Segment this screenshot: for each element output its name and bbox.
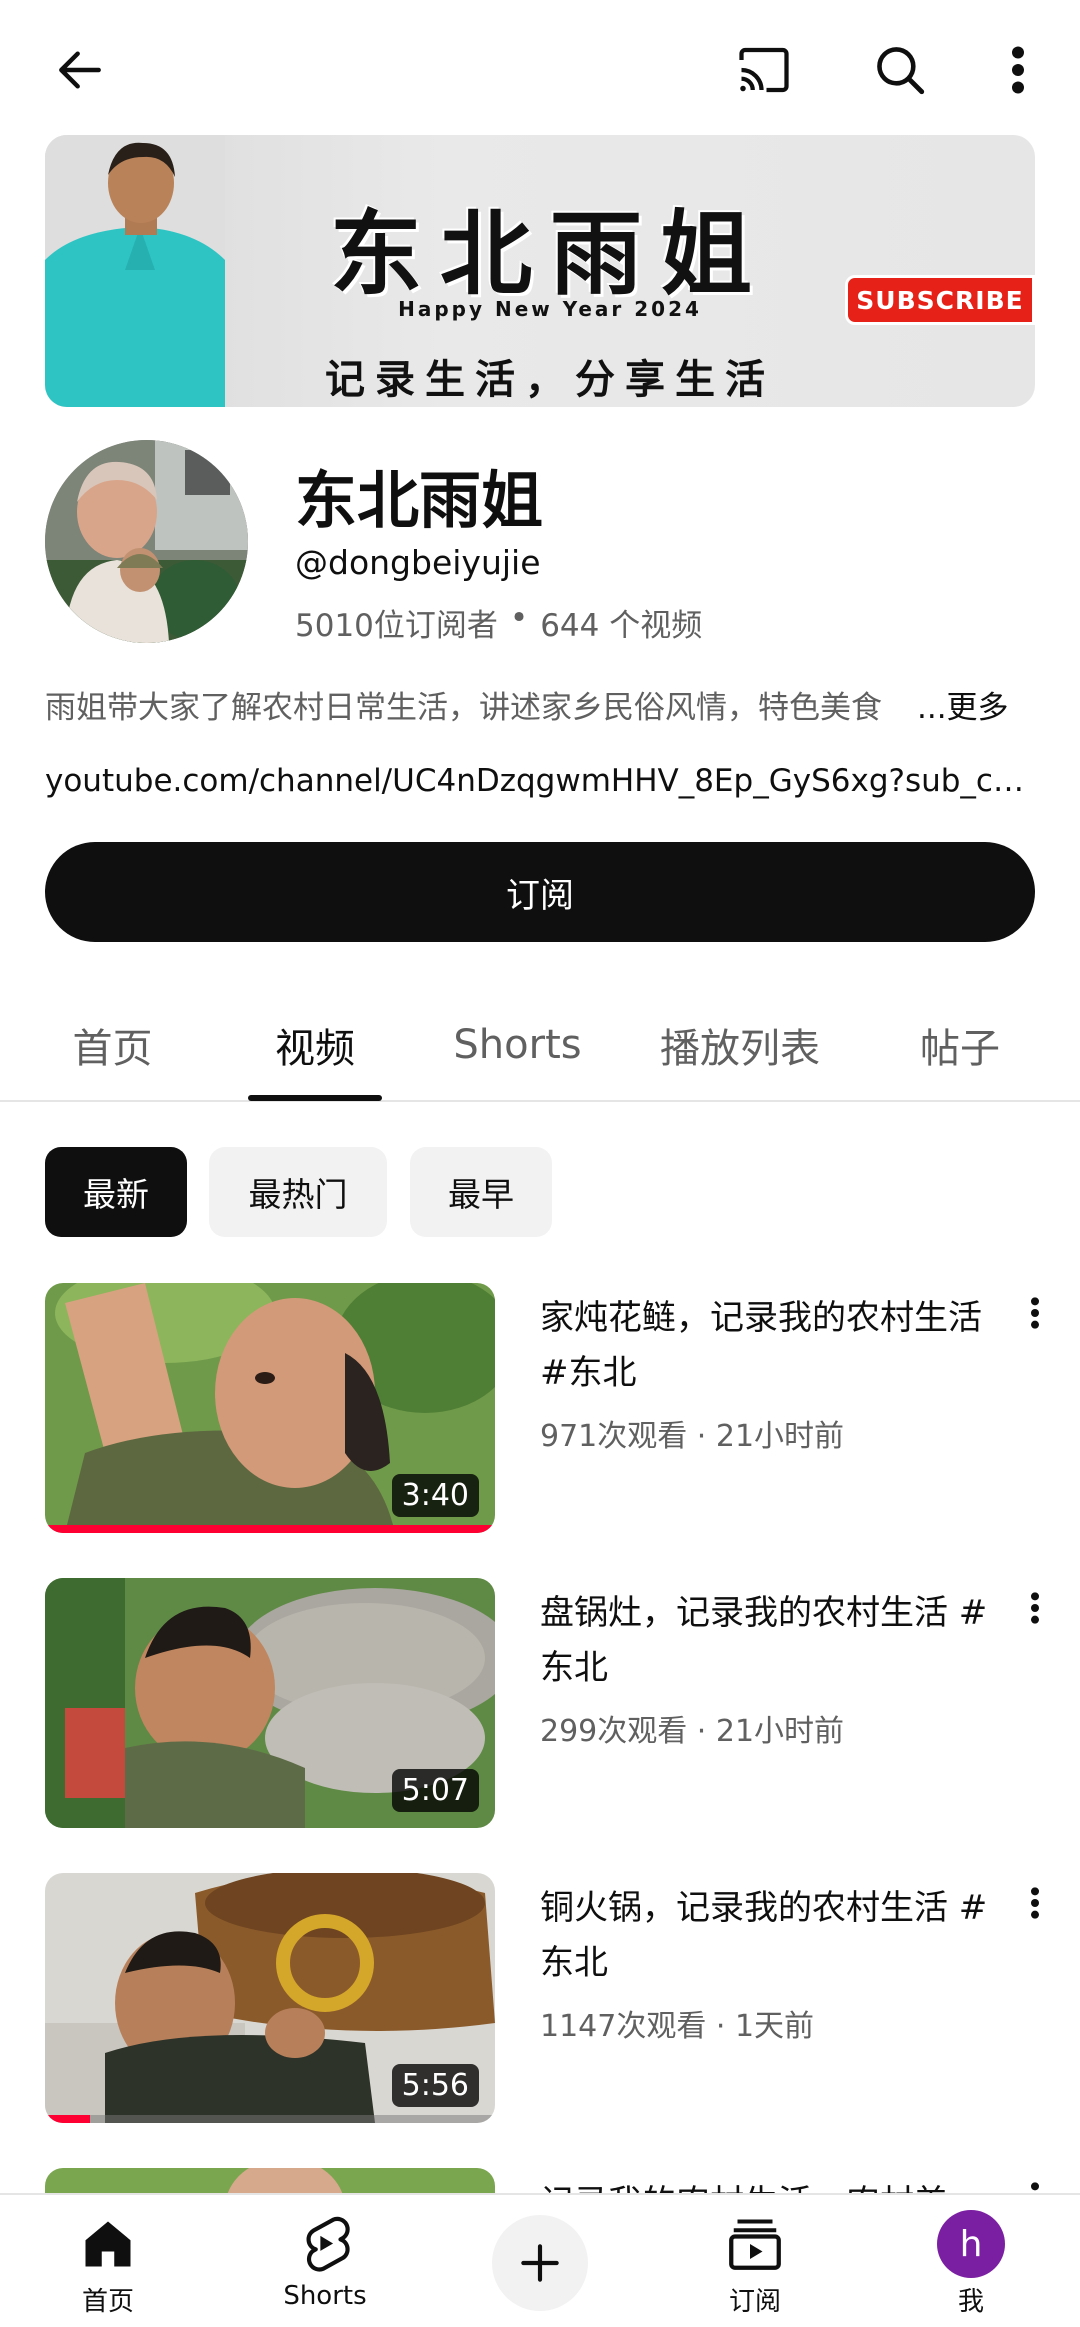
nav-subscriptions-label: 订阅 <box>728 2287 781 2317</box>
video-item[interactable]: 3:40 家炖花鲢，记录我的农村生活 #东北 971次观看 · 21小时前 <box>0 1283 1080 1533</box>
video-thumbnail[interactable]: 5:56 <box>45 1873 495 2123</box>
video-title[interactable]: 家炖花鲢，记录我的农村生活 #东北 <box>540 1291 1000 1401</box>
tab-playlists[interactable]: 播放列表 <box>640 990 840 1100</box>
nav-home-label: 首页 <box>81 2287 134 2317</box>
channel-stats: 5010位订阅者 • 644 个视频 <box>295 600 702 645</box>
video-meta: 1147次观看 · 1天前 <box>540 2009 815 2044</box>
nav-subscriptions[interactable]: 订阅 <box>685 2195 825 2327</box>
video-title[interactable]: 铜火锅，记录我的农村生活 #东北 <box>540 1881 1000 1991</box>
cast-icon[interactable] <box>724 30 804 110</box>
description-text: 雨姐带大家了解农村日常生活，讲述家乡民俗风情，特色美食 <box>45 690 882 726</box>
channel-handle: @dongbeiyujie <box>295 543 541 582</box>
tab-posts[interactable]: 帖子 <box>890 990 1030 1100</box>
video-title[interactable]: 盘锅灶，记录我的农村生活 #东北 <box>540 1586 1000 1696</box>
video-thumbnail[interactable]: 5:07 <box>45 1578 495 1828</box>
video-more-icon[interactable] <box>1010 1873 1060 1933</box>
chip-latest[interactable]: 最新 <box>45 1147 187 1237</box>
watch-progress-bar <box>45 1525 495 1533</box>
create-plus-icon[interactable] <box>492 2215 588 2311</box>
search-icon[interactable] <box>860 30 940 110</box>
nav-me-label: 我 <box>957 2287 984 2317</box>
chip-popular[interactable]: 最热门 <box>209 1147 387 1237</box>
channel-description[interactable]: 雨姐带大家了解农村日常生活，讲述家乡民俗风情，特色美食 ...更多 <box>45 682 1045 727</box>
nav-shorts[interactable]: Shorts <box>255 2195 395 2327</box>
subscribe-button[interactable]: 订阅 <box>45 842 1035 942</box>
video-duration: 5:56 <box>391 2064 479 2107</box>
video-item[interactable]: 5:07 盘锅灶，记录我的农村生活 #东北 299次观看 · 21小时前 <box>0 1578 1080 1828</box>
active-tab-indicator <box>248 1095 382 1101</box>
video-duration: 5:07 <box>391 1769 479 1812</box>
subscriber-count: 5010位订阅者 <box>295 608 498 644</box>
video-count: 644 个视频 <box>540 608 703 644</box>
chip-oldest[interactable]: 最早 <box>410 1147 552 1237</box>
more-vertical-icon[interactable] <box>978 30 1058 110</box>
me-avatar-wrap: h <box>937 2209 1005 2279</box>
video-meta: 971次观看 · 21小时前 <box>540 1419 845 1454</box>
watch-progress-bar <box>45 2115 90 2123</box>
back-arrow-icon[interactable] <box>40 30 120 110</box>
subscriptions-icon <box>725 2209 785 2279</box>
top-app-bar <box>0 0 1080 135</box>
tab-home[interactable]: 首页 <box>40 990 185 1100</box>
tab-shorts[interactable]: Shorts <box>440 990 595 1100</box>
video-thumbnail[interactable]: 3:40 <box>45 1283 495 1533</box>
tab-videos[interactable]: 视频 <box>245 990 385 1100</box>
account-avatar: h <box>937 2210 1005 2278</box>
video-duration: 3:40 <box>391 1474 479 1517</box>
description-more-link[interactable]: ...更多 <box>917 682 1009 727</box>
channel-banner: 东北雨姐 Happy New Year 2024 记录生活，分享生活 SUBSC… <box>45 135 1035 407</box>
watch-progress-track <box>45 2115 495 2123</box>
channel-tabs: 首页 视频 Shorts 播放列表 帖子 <box>0 990 1080 1102</box>
banner-subscribe-badge: SUBSCRIBE <box>845 275 1035 325</box>
nav-home[interactable]: 首页 <box>38 2195 178 2327</box>
video-more-icon[interactable] <box>1010 1283 1060 1343</box>
video-more-icon[interactable] <box>1010 1578 1060 1638</box>
banner-tagline: 记录生活，分享生活 <box>325 357 775 403</box>
stats-separator: • <box>509 600 529 636</box>
bottom-navigation: 首页 Shorts 订阅 h 我 <box>0 2193 1080 2327</box>
video-meta: 299次观看 · 21小时前 <box>540 1714 845 1749</box>
channel-avatar[interactable] <box>45 440 248 643</box>
home-icon <box>78 2209 138 2279</box>
video-item[interactable]: 5:56 铜火锅，记录我的农村生活 #东北 1147次观看 · 1天前 <box>0 1873 1080 2123</box>
nav-shorts-label: Shorts <box>283 2281 367 2311</box>
shorts-icon <box>297 2209 353 2279</box>
nav-me[interactable]: h 我 <box>901 2195 1041 2327</box>
channel-link[interactable]: youtube.com/channel/UC4nDzqgwmHHV_8Ep_Gy… <box>45 763 1035 799</box>
channel-name: 东北雨姐 <box>295 464 544 537</box>
